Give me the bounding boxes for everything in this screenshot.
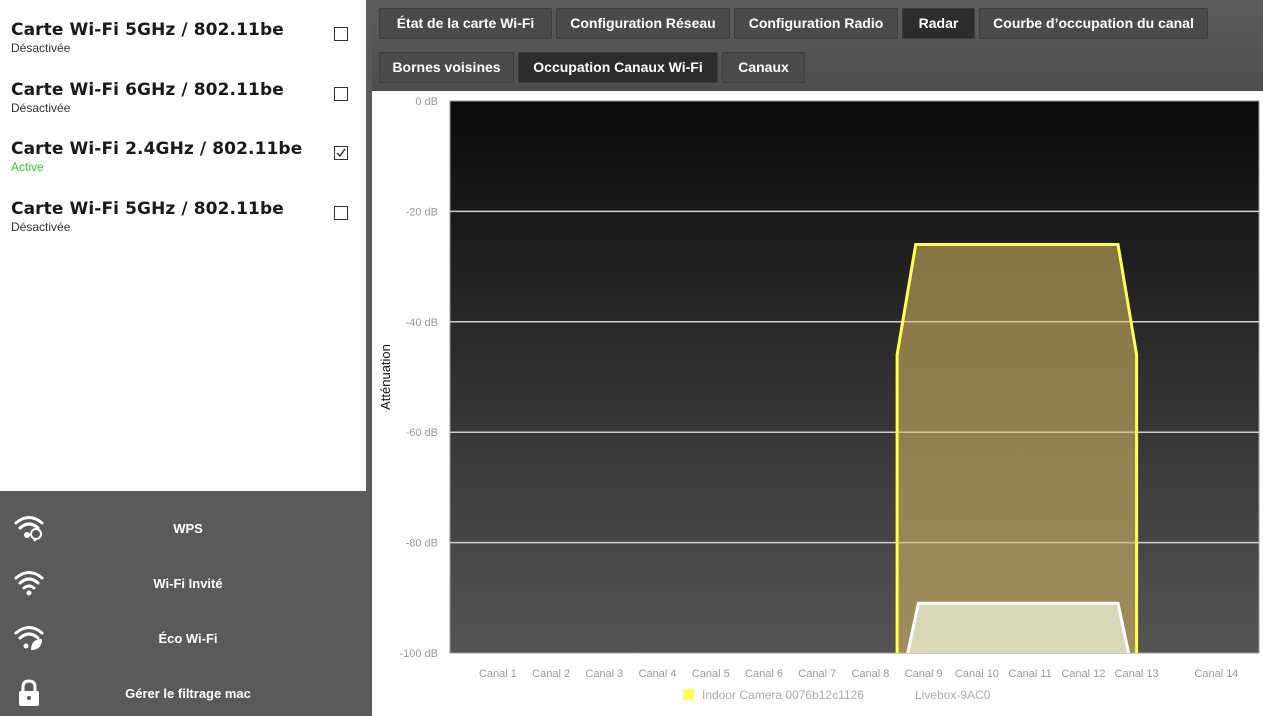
x-tick-label: Canal 6 (745, 668, 783, 680)
wifi-options-menu: WPS Wi-Fi Invité Éco Wi-Fi Gérer le filtrag… (0, 491, 372, 716)
wifi-card-title: Carte Wi-Fi 5GHz / 802.11be (11, 199, 284, 219)
wifi-card-item[interactable]: Carte Wi-Fi 5GHz / 802.11be Désactivée (0, 20, 366, 80)
chart-svg: 0 dB -20 dB -40 dB -60 dB -80 dB -100 dB Cana… (378, 96, 1260, 702)
tab[interactable]: Radar (902, 8, 975, 39)
checkmark-icon (336, 148, 346, 158)
menu-item-label: Wi-Fi Invité (153, 576, 223, 591)
legend-entry: Indoor Camera 0076b12c1126 (702, 688, 864, 702)
wifi-card-item[interactable]: Carte Wi-Fi 6GHz / 802.11be Désactivée (0, 80, 366, 140)
x-tick-label: Canal 5 (692, 668, 730, 680)
x-tick-label: Canal 3 (585, 668, 623, 680)
x-tick-label: Canal 8 (852, 668, 890, 680)
wifi-card-title: Carte Wi-Fi 6GHz / 802.11be (11, 80, 284, 100)
menu-item[interactable]: Wi-Fi Invité (0, 554, 372, 609)
legend-swatch (683, 689, 694, 700)
series-area (907, 603, 1129, 653)
legend-entry: Livebox-9AC0 (915, 688, 991, 702)
wifi-card-status: Désactivée (11, 101, 71, 115)
wifi-card-item[interactable]: Carte Wi-Fi 2.4GHz / 802.11be Active (0, 139, 366, 199)
channel-occupancy-chart: 0 dB -20 dB -40 dB -60 dB -80 dB -100 dB Cana… (372, 91, 1263, 716)
tab[interactable]: Configuration Réseau (556, 8, 730, 39)
y-tick-label: -40 dB (406, 317, 438, 329)
y-axis-label: Atténuation (378, 344, 393, 410)
x-tick-label: Canal 13 (1115, 668, 1159, 680)
checkbox-checked[interactable] (334, 146, 348, 160)
y-tick-label: -100 dB (399, 648, 438, 660)
x-tick-label: Canal 2 (532, 668, 570, 680)
wifi-card-status: Désactivée (11, 41, 71, 55)
checkbox[interactable] (334, 87, 348, 101)
wifi-card-title: Carte Wi-Fi 5GHz / 802.11be (11, 20, 284, 40)
wifi-card-status: Active (11, 160, 44, 174)
menu-item[interactable]: WPS (0, 499, 372, 554)
x-tick-label: Canal 11 (1009, 668, 1052, 680)
menu-item-label: Éco Wi-Fi (158, 631, 218, 646)
series-area (897, 244, 1137, 653)
checkbox[interactable] (334, 206, 348, 220)
checkbox[interactable] (334, 27, 348, 41)
wifi-card-status: Désactivée (11, 220, 71, 234)
tab[interactable]: Bornes voisines (379, 52, 514, 83)
tab[interactable]: Canaux (722, 52, 805, 83)
tab[interactable]: Configuration Radio (734, 8, 898, 39)
wifi-card-item[interactable]: Carte Wi-Fi 5GHz / 802.11be Désactivée (0, 199, 366, 259)
menu-item-label: Gérer le filtrage mac (125, 686, 251, 701)
x-tick-label: Canal 10 (955, 668, 999, 680)
y-tick-label: -80 dB (406, 538, 438, 550)
wifi-card-list: Carte Wi-Fi 5GHz / 802.11be Désactivée Car… (0, 0, 366, 491)
tab[interactable]: Courbe d’occupation du canal (979, 8, 1208, 39)
menu-item[interactable]: Éco Wi-Fi (0, 609, 372, 664)
y-tick-label: -60 dB (406, 427, 438, 439)
x-tick-label: Canal 12 (1061, 668, 1105, 680)
x-tick-label: Canal 1 (479, 668, 517, 680)
x-tick-label: Canal 14 (1194, 668, 1238, 680)
y-tick-label: -20 dB (406, 206, 438, 218)
tab[interactable]: État de la carte Wi-Fi (379, 8, 552, 39)
menu-item[interactable]: Gérer le filtrage mac (0, 664, 372, 716)
menu-item-label: WPS (173, 521, 203, 536)
x-tick-label: Canal 7 (798, 668, 836, 680)
wifi-card-title: Carte Wi-Fi 2.4GHz / 802.11be (11, 139, 303, 159)
x-tick-label: Canal 4 (639, 668, 677, 680)
y-tick-label: 0 dB (415, 96, 438, 108)
x-tick-label: Canal 9 (905, 668, 943, 680)
tab[interactable]: Occupation Canaux Wi-Fi (518, 52, 718, 83)
